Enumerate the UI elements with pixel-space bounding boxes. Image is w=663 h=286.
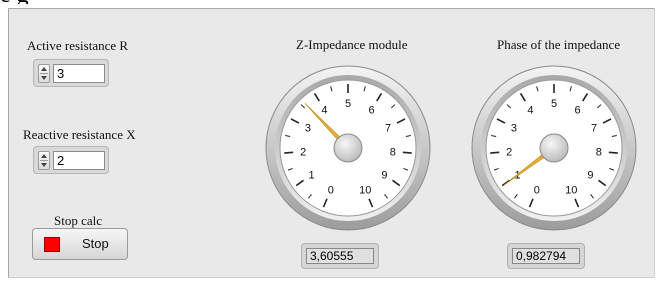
front-panel: Active resistance R 3 Reactive resistanc… xyxy=(8,8,655,278)
tick-label: 2 xyxy=(300,147,306,159)
impedance-phase-indicator: 0,982794 xyxy=(507,243,585,269)
increment-arrow-icon[interactable] xyxy=(41,67,47,71)
active-resistance-label: Active resistance R xyxy=(27,38,129,53)
tick-label: 5 xyxy=(551,98,557,110)
tick-label: 5 xyxy=(345,98,351,110)
reactive-resistance-control: 2 xyxy=(33,146,109,174)
major-tick xyxy=(608,151,618,154)
major-tick xyxy=(402,151,412,154)
gauge-hub xyxy=(539,133,569,163)
reactive-resistance-label: Reactive resistance X xyxy=(23,127,136,142)
tick-label: 10 xyxy=(565,185,577,197)
tick-label: 9 xyxy=(381,169,387,181)
tick-label: 1 xyxy=(309,169,315,181)
decrement-arrow-icon[interactable] xyxy=(41,76,47,80)
increment-arrow-icon[interactable] xyxy=(41,154,47,158)
decrement-arrow-icon[interactable] xyxy=(41,163,47,167)
tick-label: 2 xyxy=(506,147,512,159)
impedance-phase-value: 0,982794 xyxy=(512,248,580,264)
major-tick xyxy=(490,151,500,154)
tick-label: 9 xyxy=(587,169,593,181)
reactive-resistance-input[interactable]: 2 xyxy=(53,151,105,170)
stop-led-icon xyxy=(44,237,60,252)
stop-button-label: Stop xyxy=(82,236,109,251)
tick-label: 4 xyxy=(527,105,533,117)
gauge-1-title: Z-Impedance module xyxy=(296,37,408,52)
impedance-module-value: 3,60555 xyxy=(306,248,374,264)
active-resistance-spinner[interactable] xyxy=(38,64,50,83)
tick-label: 4 xyxy=(321,105,327,117)
impedance-module-indicator: 3,60555 xyxy=(301,243,379,269)
tick-label: 0 xyxy=(328,185,334,197)
tick-label: 6 xyxy=(574,105,580,117)
tick-label: 8 xyxy=(596,147,602,159)
reactive-resistance-spinner[interactable] xyxy=(38,151,50,170)
tick-label: 6 xyxy=(368,105,374,117)
active-resistance-input[interactable]: 3 xyxy=(53,64,105,83)
window-title-partial: e g xyxy=(0,0,663,4)
tick-label: 8 xyxy=(390,147,396,159)
gauge-hub xyxy=(333,133,363,163)
stop-button[interactable]: Stop xyxy=(32,228,128,260)
active-resistance-control: 3 xyxy=(33,59,109,87)
major-tick xyxy=(284,151,294,154)
tick-label: 0 xyxy=(534,185,540,197)
tick-label: 3 xyxy=(305,123,311,135)
tick-label: 7 xyxy=(385,123,391,135)
impedance-module-gauge: 0 12 34 5 67 89 10 xyxy=(265,65,431,231)
stop-calc-label: Stop calc xyxy=(54,213,103,228)
tick-label: 3 xyxy=(511,123,517,135)
impedance-phase-gauge: 012345678910 xyxy=(471,65,637,231)
gauge-2-title: Phase of the impedance xyxy=(497,37,621,52)
tick-label: 7 xyxy=(591,123,597,135)
tick-label: 10 xyxy=(359,185,371,197)
